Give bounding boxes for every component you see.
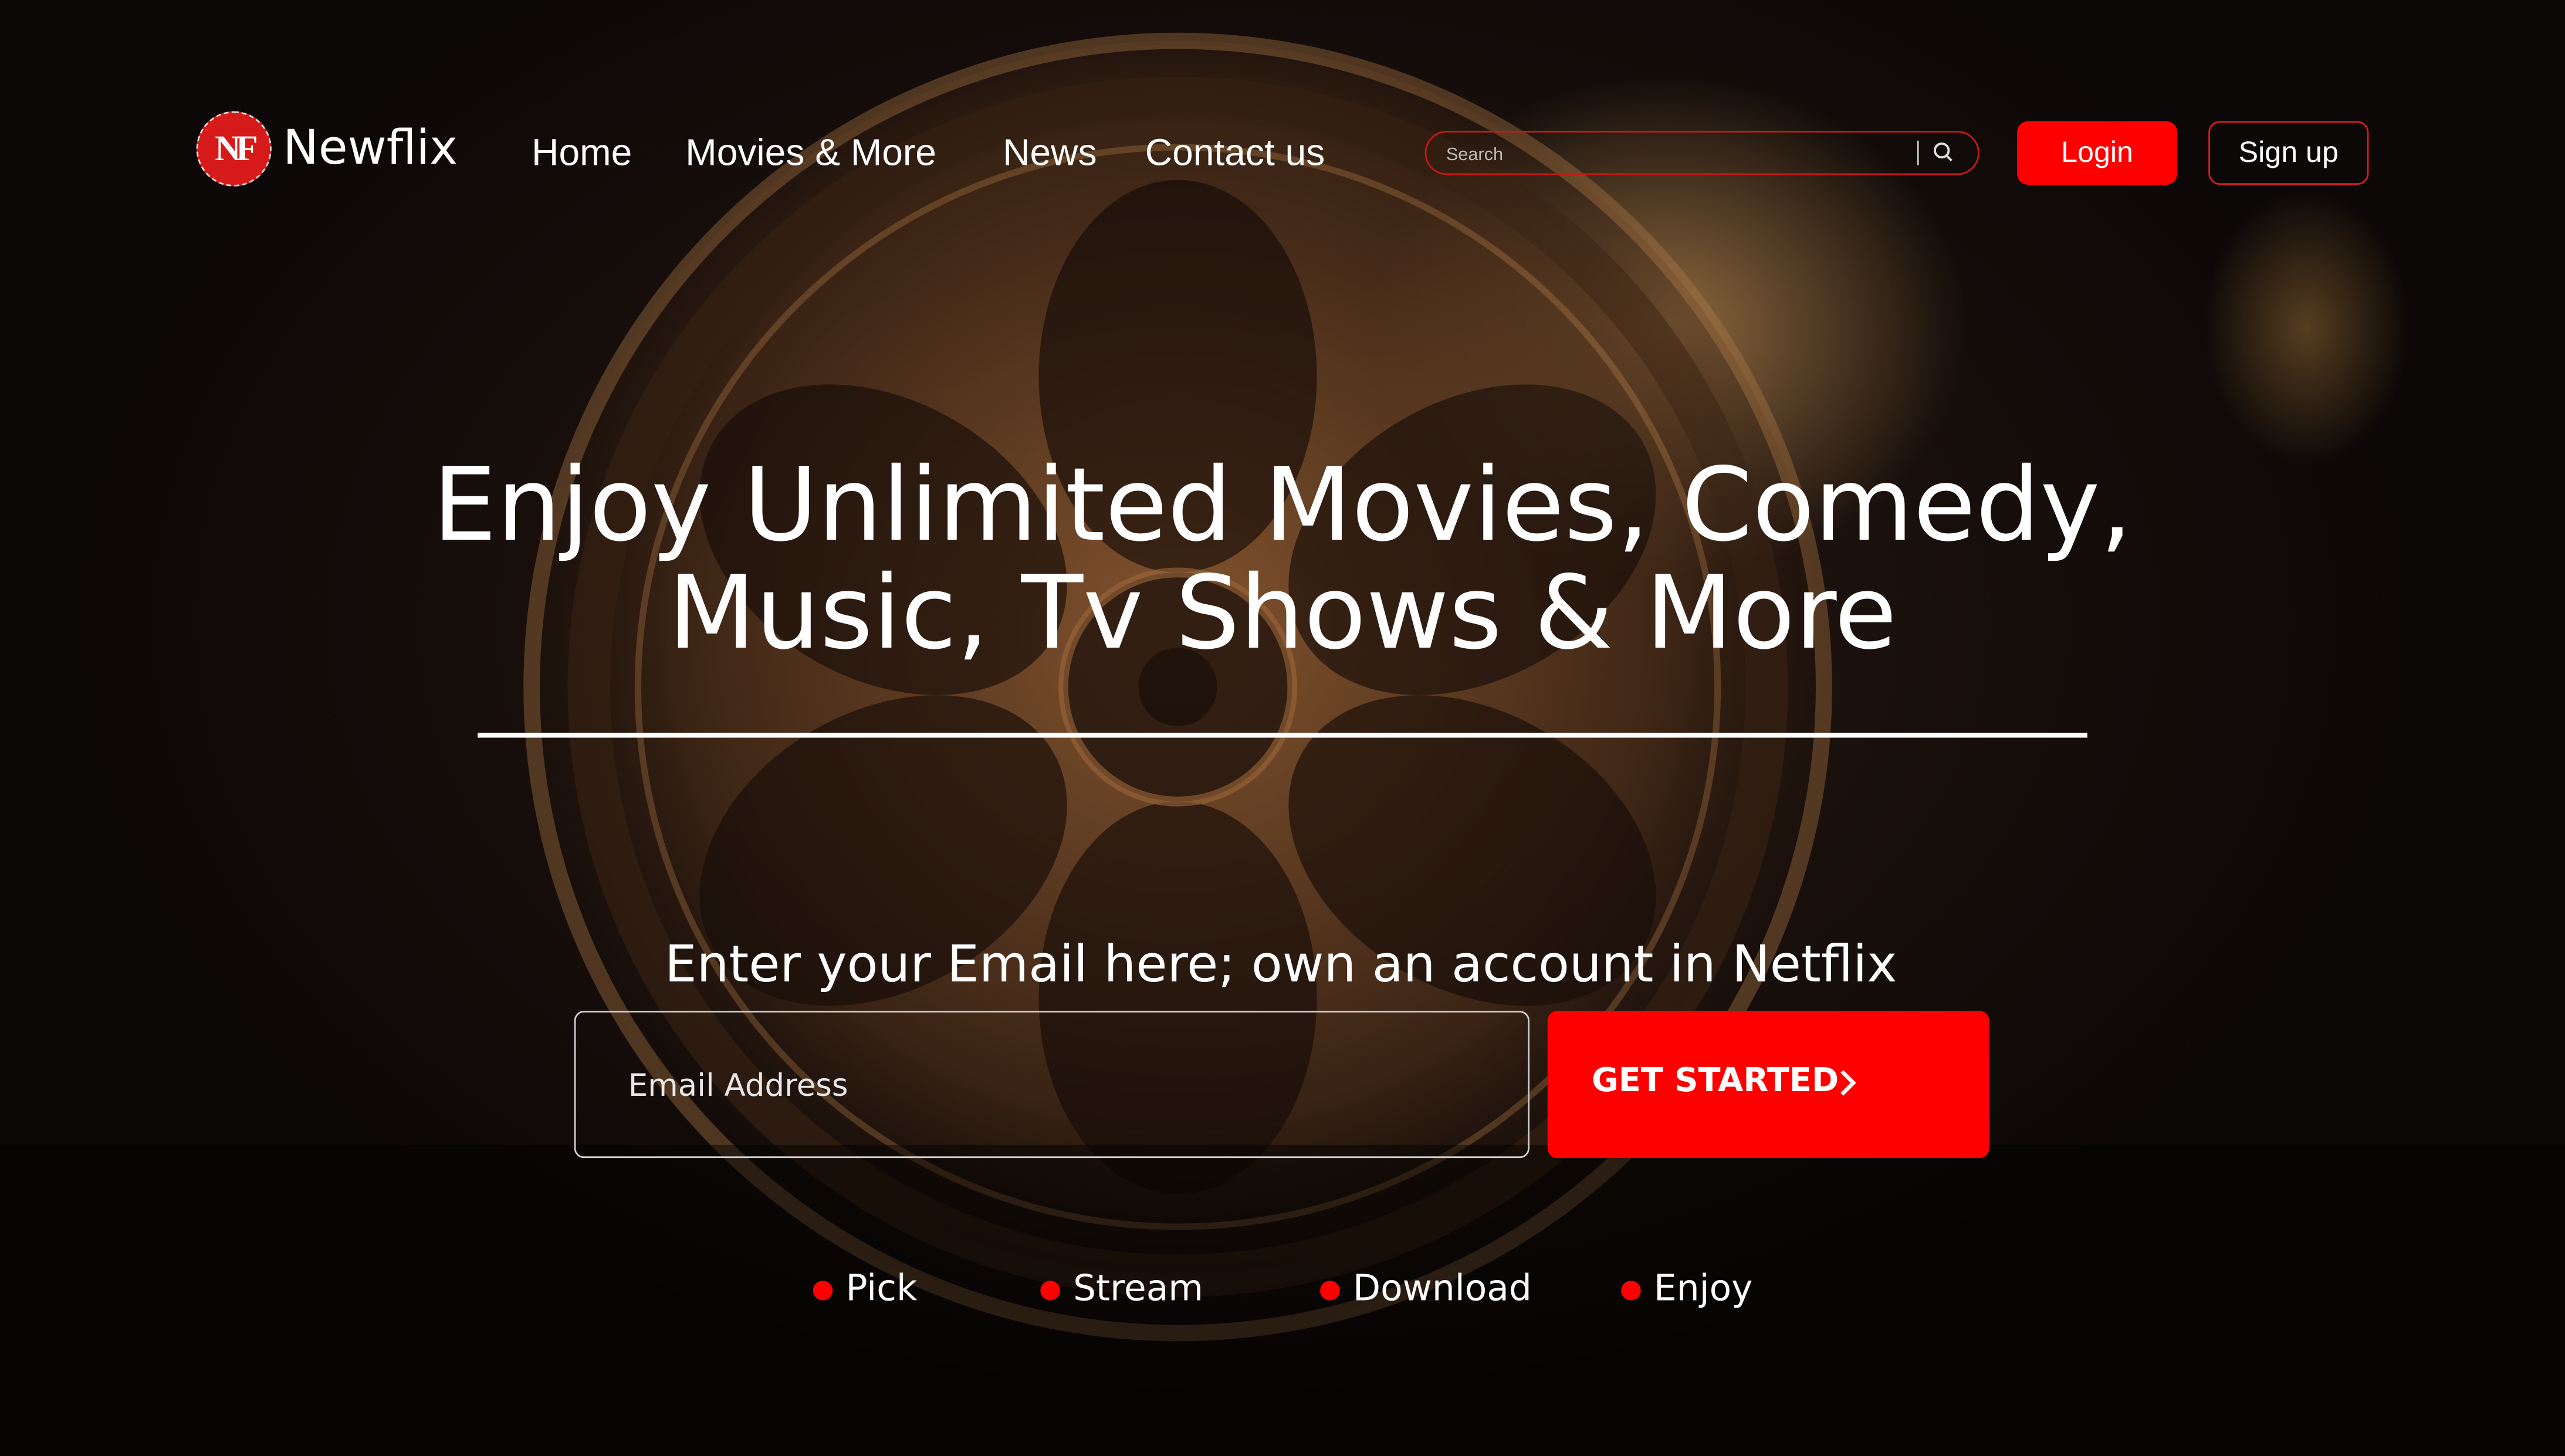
step-enjoy: Enjoy <box>1621 1269 1753 1311</box>
search-divider <box>1917 140 1919 165</box>
hero-title: Enjoy Unlimited Movies, Comedy, Music, T… <box>327 445 2238 672</box>
get-started-label: GET STARTED <box>1591 1059 1839 1099</box>
bullet-dot-icon <box>1040 1279 1060 1300</box>
nav-movies-more[interactable]: Movies & More <box>685 131 936 175</box>
email-input[interactable] <box>625 1058 1483 1114</box>
step-label: Pick <box>845 1269 918 1311</box>
search-input[interactable] <box>1443 137 1924 172</box>
signup-prompt: Enter your Email here; own an account in… <box>664 935 1897 995</box>
get-started-button[interactable]: GET STARTED <box>1547 1011 1989 1159</box>
hero-title-line-1: Enjoy Unlimited Movies, Comedy, <box>432 445 2133 564</box>
search-icon[interactable] <box>1932 139 1955 165</box>
hero-divider <box>478 733 2087 738</box>
brand-name[interactable]: Newflix <box>283 120 458 175</box>
step-pick: Pick <box>813 1269 918 1311</box>
login-button[interactable]: Login <box>2016 121 2178 185</box>
nav-news[interactable]: News <box>1003 131 1097 175</box>
chevron-right-icon <box>1840 1069 1856 1096</box>
nav-contact-us[interactable]: Contact us <box>1145 131 1325 175</box>
film-reel-background <box>0 32 2565 1456</box>
bullet-dot-icon <box>1621 1279 1641 1300</box>
landing-page: NF Newflix Home Movies & More News Conta… <box>0 0 2565 1456</box>
brand-logo-mark: NF <box>215 127 258 169</box>
bullet-dot-icon <box>813 1279 833 1300</box>
bullet-dot-icon <box>1320 1279 1340 1300</box>
step-label: Stream <box>1073 1269 1204 1311</box>
signup-button[interactable]: Sign up <box>2208 121 2369 185</box>
email-field <box>574 1011 1530 1159</box>
step-label: Download <box>1352 1269 1532 1311</box>
step-stream: Stream <box>1040 1269 1204 1311</box>
hero-title-line-2: Music, Tv Shows & More <box>668 553 1897 672</box>
brand-logo-icon[interactable]: NF <box>196 111 272 187</box>
step-label: Enjoy <box>1653 1269 1753 1311</box>
step-download: Download <box>1320 1269 1532 1311</box>
search-bar <box>1424 131 1979 175</box>
nav-home[interactable]: Home <box>532 131 632 175</box>
